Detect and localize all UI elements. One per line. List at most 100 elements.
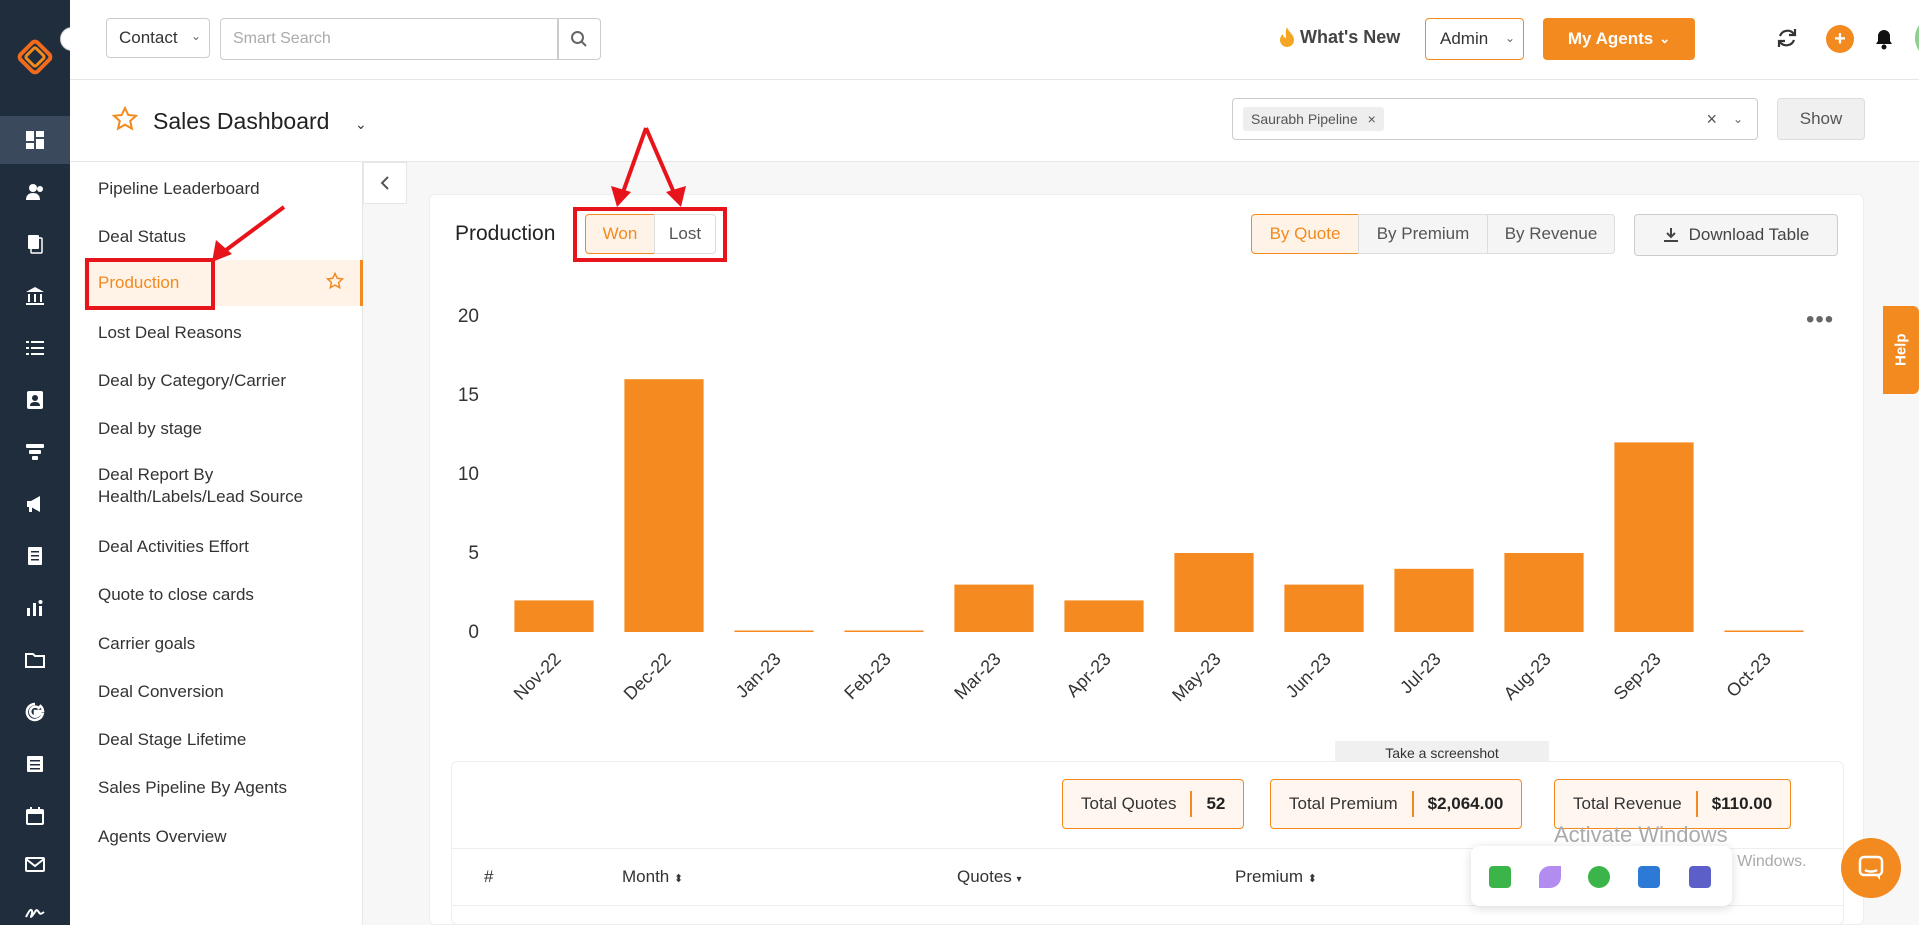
nav-item-deal-stage-lifetime[interactable]: Deal Stage Lifetime [98,729,246,751]
total-quotes-value: 52 [1206,794,1226,813]
nav-item-agents-overview[interactable]: Agents Overview [98,826,227,848]
x-tick-label: Aug-23 [1500,649,1555,704]
pipeline-filter-select[interactable]: Saurabh Pipeline × × ⌄ [1232,98,1758,140]
chart-bar[interactable] [1064,600,1144,632]
rail-folder-icon[interactable] [0,636,70,684]
x-tick-label: Nov-22 [510,649,565,704]
chart-menu-icon[interactable]: ••• [1806,306,1834,334]
rail-spreadsheet-icon[interactable] [0,740,70,788]
rail-ledger-icon[interactable] [0,532,70,580]
total-premium-value: $2,064.00 [1427,794,1504,813]
star-icon[interactable] [112,106,138,132]
nav-item-deal-status[interactable]: Deal Status [98,226,186,248]
search-icon [571,31,587,47]
star-icon[interactable] [326,272,344,290]
rail-analytics-icon[interactable] [0,584,70,632]
search-button[interactable] [557,18,601,60]
rail-contact-card-icon[interactable] [0,376,70,424]
chart-bar[interactable] [1724,630,1804,633]
rail-signature-icon[interactable] [0,888,70,925]
x-tick-label: Jan-23 [732,649,785,702]
annotation-box-production [85,258,215,310]
nav-item-deal-by-category[interactable]: Deal by Category/Carrier [98,370,286,392]
dashboard-title[interactable]: Sales Dashboard [153,108,329,135]
rail-list-icon[interactable] [0,324,70,372]
brand-logo-icon[interactable] [16,38,54,76]
rail-documents-icon[interactable] [0,220,70,268]
chat-launcher-button[interactable] [1841,838,1901,898]
smart-search-input[interactable] [220,18,559,60]
user-avatar[interactable] [1915,16,1919,60]
rail-funnel-icon[interactable] [0,428,70,476]
chart-bar[interactable] [1394,568,1474,632]
tray-shield-icon[interactable] [1638,866,1660,888]
by-premium-tab[interactable]: By Premium [1358,214,1488,254]
rail-megaphone-icon[interactable] [0,480,70,528]
rail-mail-icon[interactable] [0,840,70,888]
tray-teams-icon[interactable] [1689,866,1711,888]
rail-bank-icon[interactable] [0,272,70,320]
admin-select[interactable]: Admin ⌄ [1425,18,1524,60]
tray-recycle-icon[interactable] [1588,866,1610,888]
download-table-button[interactable]: Download Table [1634,214,1838,256]
chevron-down-icon[interactable]: ⌄ [355,116,367,133]
chart-bar[interactable] [514,600,594,632]
stat-separator [1695,791,1698,817]
chart-bar[interactable] [624,379,704,632]
x-tick-label: Jun-23 [1282,649,1335,702]
tag-remove-icon[interactable]: × [1368,111,1376,127]
nav-item-quote-to-close[interactable]: Quote to close cards [98,584,254,606]
nav-item-pipeline-leaderboard[interactable]: Pipeline Leaderboard [98,178,260,200]
column-header-premium[interactable]: Premium ⬍ [1235,867,1317,887]
rail-google-icon[interactable] [0,688,70,736]
nav-item-lost-deal-reasons[interactable]: Lost Deal Reasons [98,322,242,344]
chart-bar[interactable] [1614,442,1694,632]
chart-bar[interactable] [1174,553,1254,632]
help-tab[interactable]: Help [1883,306,1919,394]
app-root: › [0,0,1919,925]
chart-bar[interactable] [1284,584,1364,632]
nav-item-carrier-goals[interactable]: Carrier goals [98,633,195,655]
sort-desc-icon: ▾ [1016,874,1022,885]
chart-bar[interactable] [954,584,1034,632]
admin-select-value: Admin [1440,29,1489,48]
nav-item-deal-activities-effort[interactable]: Deal Activities Effort [98,536,249,558]
rail-dashboard-icon[interactable] [0,116,70,164]
nav-item-sales-pipeline-agents[interactable]: Sales Pipeline By Agents [98,777,287,799]
icon-rail: › [0,0,84,925]
tray-check-icon[interactable] [1489,866,1511,888]
chart-bar[interactable] [1504,553,1584,632]
column-header-month[interactable]: Month ⬍ [622,867,683,887]
show-button[interactable]: Show [1777,98,1865,140]
total-revenue-value: $110.00 [1711,794,1773,813]
y-tick-label: 20 [458,306,479,327]
tray-pen-icon[interactable] [1539,866,1561,888]
clear-icon[interactable]: × [1706,109,1717,130]
x-tick-label: Sep-23 [1610,649,1665,704]
collapse-nav-button[interactable] [363,162,407,204]
bell-icon[interactable] [1874,28,1894,50]
column-header-quotes[interactable]: Quotes ▾ [957,867,1022,887]
contact-select[interactable]: Contact ⌄ [106,18,210,58]
chart-bar[interactable] [734,630,814,633]
total-premium-label: Total Premium [1289,794,1398,813]
add-plus-icon[interactable]: + [1826,25,1854,53]
whats-new-link[interactable]: What's New [1278,26,1400,48]
dashboard-header: Sales Dashboard ⌄ Saurabh Pipeline × × ⌄… [70,80,1919,162]
my-agents-button[interactable]: My Agents ⌄ [1543,18,1695,60]
rail-contacts-icon[interactable] [0,168,70,216]
nav-item-deal-report-health[interactable]: Deal Report By Health/Labels/Lead Source [98,464,338,508]
fire-icon [1280,27,1294,47]
production-title: Production [455,222,556,245]
by-quote-tab[interactable]: By Quote [1251,214,1359,254]
y-tick-label: 0 [468,622,479,643]
production-chart: 0 5 10 15 20 Nov-22 Dec-22 Jan-23 Feb-23 Mar-23 Ap… [429,290,1864,710]
nav-item-deal-conversion[interactable]: Deal Conversion [98,681,224,703]
chart-bar[interactable] [844,630,924,633]
rail-calendar-icon[interactable] [0,792,70,840]
by-revenue-tab[interactable]: By Revenue [1487,214,1615,254]
nav-item-deal-by-stage[interactable]: Deal by stage [98,418,202,440]
sort-icon: ⬍ [673,873,684,885]
refresh-icon[interactable] [1775,26,1799,50]
chevron-down-icon[interactable]: ⌄ [1733,112,1743,126]
